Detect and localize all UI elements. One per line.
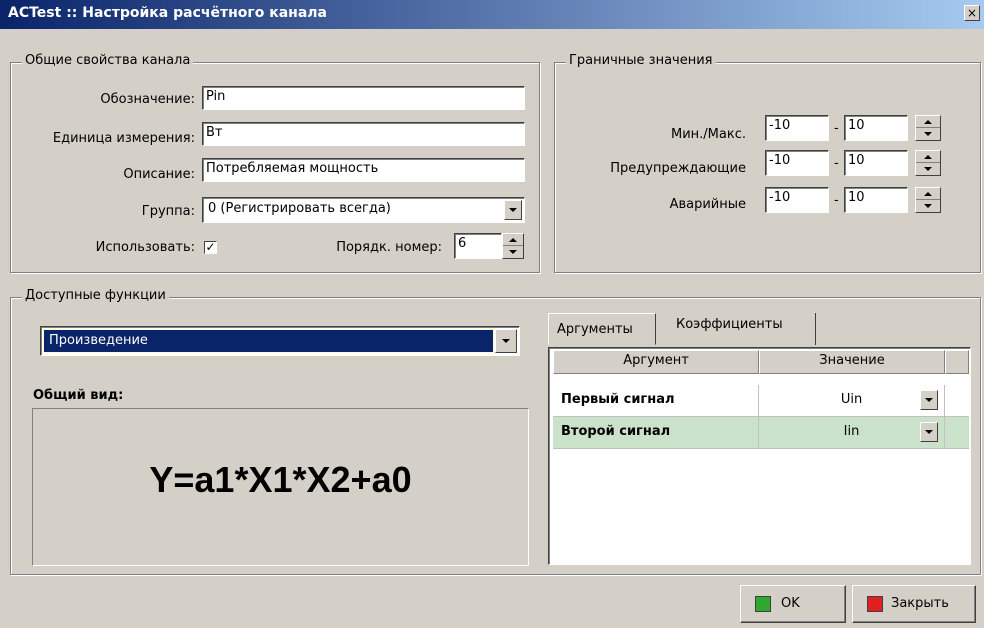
value-cell[interactable]: Iin: [759, 417, 945, 448]
limit-label-alarm: Аварийные: [669, 197, 746, 212]
close-button-label: Закрыть: [891, 596, 949, 611]
close-window-button[interactable]: ×: [964, 5, 980, 21]
order-label: Порядк. номер:: [336, 240, 442, 255]
warning-max-input[interactable]: 10: [844, 150, 908, 176]
minmax-up-button[interactable]: [916, 116, 940, 128]
chevron-down-icon: [509, 208, 517, 212]
arrow-up-icon: [924, 191, 932, 196]
argument-cell: Второй сигнал: [553, 417, 759, 448]
tab-arguments[interactable]: Аргументы: [548, 313, 656, 345]
formula-panel: Y=a1*X1*X2+a0: [32, 408, 529, 566]
warning-spinner[interactable]: [915, 150, 941, 176]
value-dropdown-button[interactable]: [920, 422, 938, 442]
formula-text: Y=a1*X1*X2+a0: [149, 459, 412, 500]
limits-legend: Граничные значения: [566, 53, 716, 68]
arrow-down-icon: [509, 250, 517, 254]
arrow-up-icon: [924, 154, 932, 159]
value-dropdown-button[interactable]: [920, 390, 938, 410]
alarm-max-input[interactable]: 10: [844, 187, 908, 213]
designation-input[interactable]: Pin: [202, 86, 525, 110]
title-bar: ACTest :: Настройка расчётного канала ×: [0, 0, 984, 29]
limit-label-minmax: Мин./Макс.: [671, 127, 746, 142]
arrow-down-icon: [924, 167, 932, 171]
table-row[interactable]: Второй сигнал Iin: [553, 417, 969, 449]
group-select[interactable]: 0 (Регистрировать всегда): [202, 197, 525, 223]
arguments-table[interactable]: Аргумент Значение Первый сигнал Uin Втор…: [548, 347, 971, 565]
warning-separator: -: [834, 156, 839, 171]
arrow-up-icon: [924, 119, 932, 124]
group-select-value: 0 (Регистрировать всегда): [208, 201, 391, 216]
minmax-min-input[interactable]: -10: [765, 115, 829, 141]
function-select[interactable]: Произведение: [40, 326, 520, 356]
column-header-argument[interactable]: Аргумент: [553, 350, 759, 374]
minmax-down-button[interactable]: [916, 128, 940, 140]
column-header-value[interactable]: Значение: [759, 350, 945, 374]
general-properties-legend: Общие свойства канала: [22, 53, 194, 68]
value-cell[interactable]: Uin: [759, 385, 945, 416]
argument-cell: Первый сигнал: [553, 385, 759, 416]
ok-button[interactable]: OK: [740, 585, 846, 623]
alarm-up-button[interactable]: [916, 188, 940, 200]
functions-legend: Доступные функции: [22, 288, 169, 303]
alarm-down-button[interactable]: [916, 200, 940, 212]
arrow-down-icon: [924, 204, 932, 208]
alarm-spinner[interactable]: [915, 187, 941, 213]
close-button-icon: [867, 596, 883, 612]
tab-coefficients-label: Коэффициенты: [676, 317, 783, 332]
order-input[interactable]: 6: [454, 233, 502, 259]
use-checkbox[interactable]: ✓: [204, 241, 217, 254]
function-select-value: Произведение: [49, 333, 148, 348]
unit-input[interactable]: Вт: [202, 122, 525, 146]
window-title: ACTest :: Настройка расчётного канала: [8, 5, 327, 21]
column-header-empty: [945, 350, 969, 374]
chevron-down-icon: [925, 430, 933, 434]
arrow-up-icon: [509, 237, 517, 242]
general-view-label: Общий вид:: [33, 388, 124, 403]
alarm-min-input[interactable]: -10: [765, 187, 829, 213]
close-icon: ×: [966, 6, 978, 20]
function-dropdown-button[interactable]: [495, 329, 517, 353]
close-button[interactable]: Закрыть: [852, 585, 976, 623]
table-row[interactable]: Первый сигнал Uin: [553, 385, 969, 417]
description-input[interactable]: Потребляемая мощность: [202, 158, 525, 182]
minmax-max-input[interactable]: 10: [844, 115, 908, 141]
order-down-button[interactable]: [503, 246, 523, 258]
ok-button-label: OK: [781, 596, 800, 611]
tab-arguments-label: Аргументы: [557, 322, 633, 337]
order-up-button[interactable]: [503, 234, 523, 246]
chevron-down-icon: [502, 339, 510, 343]
group-label: Группа:: [141, 204, 195, 219]
use-label: Использовать:: [95, 240, 195, 255]
value-cell-text: Iin: [843, 424, 860, 439]
minmax-spinner[interactable]: [915, 115, 941, 141]
value-cell-text: Uin: [840, 392, 863, 407]
ok-icon: [755, 596, 771, 612]
warning-up-button[interactable]: [916, 151, 940, 163]
description-label: Описание:: [123, 167, 195, 182]
minmax-separator: -: [834, 121, 839, 136]
arrow-down-icon: [924, 132, 932, 136]
tab-coefficients[interactable]: Коэффициенты: [664, 313, 816, 345]
designation-label: Обозначение:: [100, 92, 195, 107]
chevron-down-icon: [925, 398, 933, 402]
order-spinner[interactable]: [502, 233, 524, 259]
limit-label-warning: Предупреждающие: [610, 161, 746, 176]
alarm-separator: -: [834, 193, 839, 208]
warning-min-input[interactable]: -10: [765, 150, 829, 176]
warning-down-button[interactable]: [916, 163, 940, 175]
unit-label: Единица измерения:: [52, 131, 195, 146]
group-dropdown-button[interactable]: [504, 200, 522, 220]
